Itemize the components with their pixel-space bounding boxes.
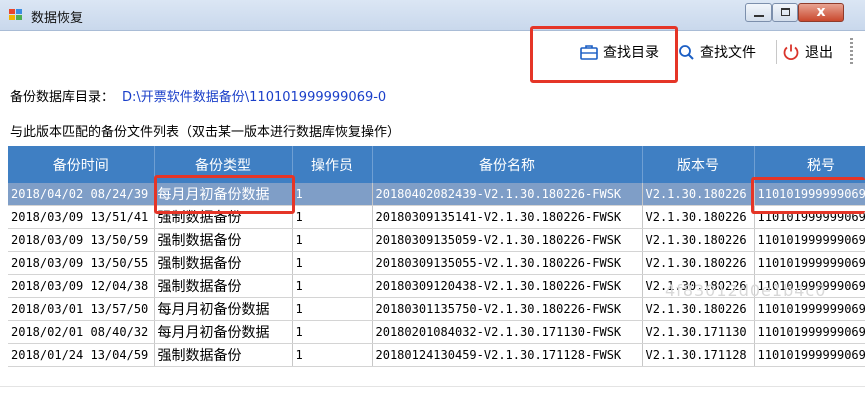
cell-operator: 1	[292, 251, 373, 275]
table-row[interactable]: 2018/04/02 08/24/39 每月月初备份数据 1 201804020824…	[8, 183, 865, 206]
exit-button[interactable]: 退出	[782, 38, 833, 66]
cell-tax-id: 110101999999069	[754, 251, 865, 275]
table-row[interactable]: 2018/03/09 13/50/59 强制数据备份 1 20180309135059…	[8, 228, 865, 252]
column-header-version[interactable]: 版本号	[642, 146, 755, 183]
cell-tax-id: 110101999999069	[754, 228, 865, 252]
toolbar-grip	[850, 38, 853, 66]
close-button[interactable]: x	[798, 3, 844, 22]
power-icon	[783, 44, 799, 61]
cell-tax-id: 110101999999069	[754, 320, 865, 344]
cell-tax-id: 110101999999069	[754, 297, 865, 321]
cell-backup-name: 20180301135750-V2.1.30.180226-FWSK	[372, 297, 643, 321]
cell-backup-type: 每月月初备份数据	[154, 297, 293, 321]
maximize-icon	[781, 8, 790, 16]
column-header-time[interactable]: 备份时间	[8, 146, 155, 183]
cell-backup-time: 2018/01/24 13/04/59	[8, 343, 155, 367]
cell-backup-name: 20180124130459-V2.1.30.171128-FWSK	[372, 343, 643, 367]
cell-tax-id: 110101999999069	[754, 274, 865, 298]
cell-backup-time: 2018/03/09 12/04/38	[8, 274, 155, 298]
cell-operator: 1	[292, 320, 373, 344]
cell-backup-name: 20180201084032-V2.1.30.171130-FWSK	[372, 320, 643, 344]
cell-tax-id: 110101999999069	[754, 343, 865, 367]
column-header-name[interactable]: 备份名称	[372, 146, 643, 183]
cell-backup-name: 20180309135141-V2.1.30.180226-FWSK	[372, 205, 643, 229]
table-row[interactable]: 2018/01/24 13/04/59 强制数据备份 1 20180124130459…	[8, 343, 865, 367]
cell-backup-time: 2018/02/01 08/40/32	[8, 320, 155, 344]
cell-operator: 1	[292, 274, 373, 298]
cell-backup-time: 2018/03/09 13/50/59	[8, 228, 155, 252]
cell-version: V2.1.30.180226	[642, 274, 755, 298]
cell-backup-name: 20180309120438-V2.1.30.180226-FWSK	[372, 274, 643, 298]
table-row[interactable]: 2018/02/01 08/40/32 每月月初备份数据 1 201802010840…	[8, 320, 865, 344]
minimize-button[interactable]	[745, 3, 772, 22]
annotation-box-backup-type	[154, 175, 295, 214]
table-header-row: 备份时间 备份类型 操作员 备份名称 版本号 税号	[8, 146, 865, 183]
cell-backup-time: 2018/03/09 13/50/55	[8, 251, 155, 275]
cell-operator: 1	[292, 228, 373, 252]
magnifier-icon	[679, 45, 694, 60]
cell-backup-type: 每月月初备份数据	[154, 320, 293, 344]
table-row[interactable]: 2018/03/01 13/57/50 每月月初备份数据 1 201803011357…	[8, 297, 865, 321]
backup-file-grid[interactable]: 备份时间 备份类型 操作员 备份名称 版本号 税号 2018/04/02 08/…	[8, 146, 865, 384]
minimize-icon	[754, 15, 764, 17]
title-bar: 数据恢复 x	[0, 0, 865, 31]
app-icon	[9, 9, 23, 21]
divider	[0, 386, 865, 387]
cell-backup-name: 20180402082439-V2.1.30.180226-FWSK	[372, 183, 643, 206]
annotation-box-find-directory	[530, 26, 678, 83]
cell-version: V2.1.30.180226	[642, 297, 755, 321]
backup-directory-row: 备份数据库目录： D:\开票软件数据备份\110101999999069-0	[10, 86, 386, 105]
table-row[interactable]: 2018/03/09 13/50/55 强制数据备份 1 20180309135055…	[8, 251, 865, 275]
cell-backup-name: 20180309135055-V2.1.30.180226-FWSK	[372, 251, 643, 275]
column-header-operator[interactable]: 操作员	[292, 146, 373, 183]
cell-version: V2.1.30.180226	[642, 205, 755, 229]
find-file-label: 查找文件	[700, 45, 756, 61]
cell-backup-type: 强制数据备份	[154, 274, 293, 298]
backup-list-caption: 与此版本匹配的备份文件列表（双击某一版本进行数据库恢复操作）	[10, 125, 401, 140]
cell-backup-name: 20180309135059-V2.1.30.180226-FWSK	[372, 228, 643, 252]
cell-backup-time: 2018/04/02 08/24/39	[8, 183, 155, 206]
table-body: 2018/04/02 08/24/39 每月月初备份数据 1 201804020824…	[8, 183, 865, 367]
exit-label: 退出	[805, 45, 833, 61]
table-row[interactable]: 2018/03/09 13/51/41 强制数据备份 1 20180309135141…	[8, 205, 865, 229]
cell-backup-time: 2018/03/09 13/51/41	[8, 205, 155, 229]
close-icon: x	[816, 4, 826, 20]
cell-backup-type: 强制数据备份	[154, 251, 293, 275]
maximize-button[interactable]	[772, 3, 798, 22]
cell-backup-type: 强制数据备份	[154, 343, 293, 367]
toolbar-separator	[776, 40, 777, 64]
cell-version: V2.1.30.180226	[642, 228, 755, 252]
backup-directory-label: 备份数据库目录：	[10, 90, 115, 105]
backup-file-table: 备份时间 备份类型 操作员 备份名称 版本号 税号 2018/04/02 08/…	[8, 146, 865, 367]
backup-directory-path[interactable]: D:\开票软件数据备份\110101999999069-0	[122, 90, 386, 105]
window-title: 数据恢复	[31, 11, 84, 26]
cell-version: V2.1.30.171130	[642, 320, 755, 344]
cell-backup-type: 强制数据备份	[154, 228, 293, 252]
cell-operator: 1	[292, 205, 373, 229]
annotation-box-tax-id	[751, 177, 865, 214]
cell-operator: 1	[292, 343, 373, 367]
cell-backup-time: 2018/03/01 13/57/50	[8, 297, 155, 321]
find-file-button[interactable]: 查找文件	[678, 38, 756, 66]
cell-version: V2.1.30.171128	[642, 343, 755, 367]
table-row[interactable]: 2018/03/09 12/04/38 强制数据备份 1 20180309120438…	[8, 274, 865, 298]
cell-operator: 1	[292, 297, 373, 321]
cell-version: V2.1.30.180226	[642, 251, 755, 275]
cell-operator: 1	[292, 183, 373, 206]
cell-version: V2.1.30.180226	[642, 183, 755, 206]
